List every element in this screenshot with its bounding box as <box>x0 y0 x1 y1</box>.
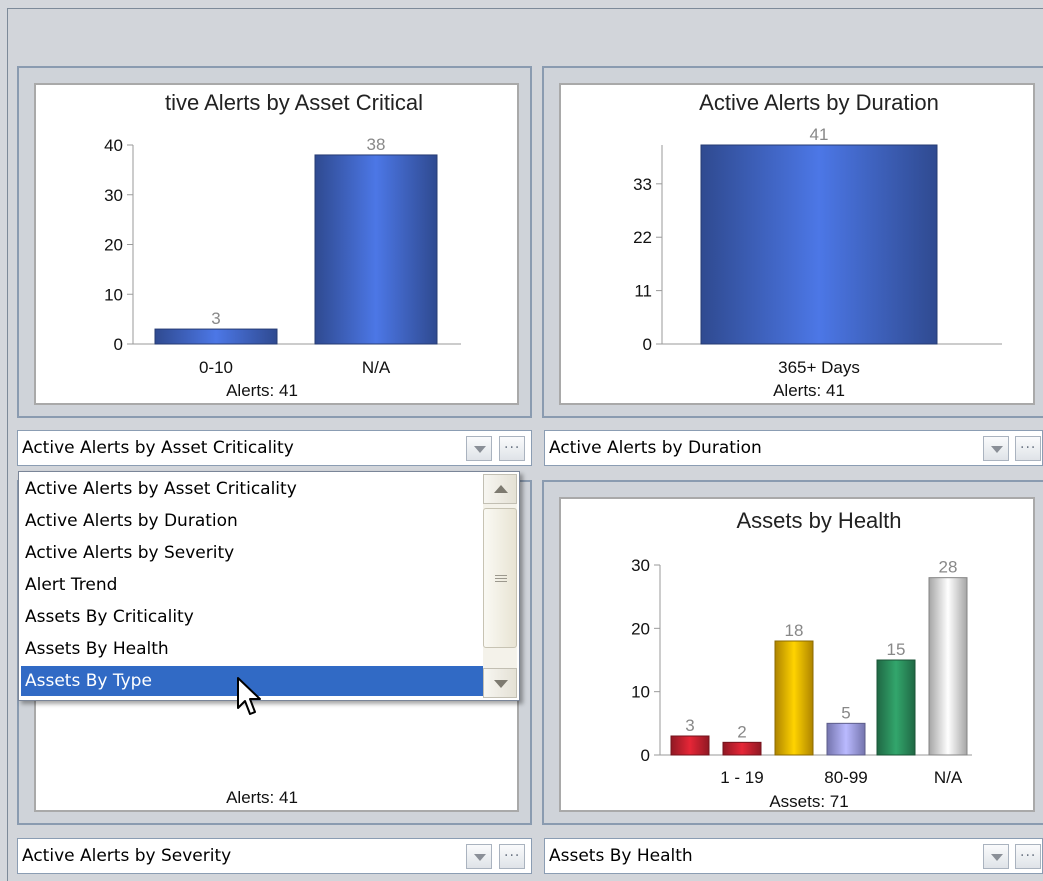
y-tick-label: 10 <box>104 285 123 304</box>
ellipsis-icon: ··· <box>1020 848 1037 864</box>
chart-footer: Alerts: 41 <box>773 381 845 400</box>
chart-title: Assets by Health <box>736 508 901 533</box>
more-options-button[interactable]: ··· <box>1015 436 1041 461</box>
dropdown-arrow-button[interactable] <box>466 436 492 461</box>
chart-selector-dropdown-list[interactable]: Active Alerts by Asset Criticality Activ… <box>18 471 520 701</box>
more-options-button[interactable]: ··· <box>499 436 525 461</box>
dropdown-arrow-button[interactable] <box>466 844 492 869</box>
x-tick-label: N/A <box>362 358 391 377</box>
chart-title: tive Alerts by Asset Critical <box>165 90 423 115</box>
more-options-button[interactable]: ··· <box>499 844 525 869</box>
grip-line <box>495 575 507 576</box>
x-tick-label: 1 - 19 <box>720 768 763 787</box>
dropdown-option[interactable]: Active Alerts by Duration <box>21 506 483 536</box>
x-tick-label: 365+ Days <box>778 358 860 377</box>
scroll-up-button[interactable] <box>483 474 517 504</box>
dropdown-option[interactable]: Alert Trend <box>21 570 483 600</box>
y-tick-label: 30 <box>631 556 650 575</box>
chart-selector-value: Active Alerts by Asset Criticality <box>22 438 294 458</box>
y-tick-label: 10 <box>631 683 650 702</box>
chart-selector-value: Active Alerts by Duration <box>549 438 762 458</box>
ellipsis-icon: ··· <box>1020 440 1037 456</box>
dropdown-option[interactable]: Assets By Criticality <box>21 602 483 632</box>
chevron-up-icon <box>494 485 508 493</box>
chart-card-asset-criticality[interactable]: tive Alerts by Asset Critical 0 10 20 30 40 3 0… <box>34 83 519 405</box>
y-tick-label: 11 <box>634 282 652 301</box>
bar <box>826 722 866 756</box>
bar <box>670 735 710 756</box>
bar-value-label: 41 <box>810 125 829 144</box>
mouse-pointer-icon <box>237 677 261 715</box>
bar-value-label: 18 <box>785 621 804 640</box>
chevron-down-icon <box>991 446 1003 453</box>
chart-selector-value: Assets By Health <box>549 846 693 866</box>
panel-bottom-right: Assets by Health 0 10 20 30 3 2 1 - 19 18 5 80-99 1… <box>542 480 1043 825</box>
chart-selector-top-right[interactable]: Active Alerts by Duration ··· <box>544 430 1043 466</box>
ellipsis-icon: ··· <box>504 848 521 864</box>
y-tick-label: 22 <box>633 228 652 247</box>
grip-line <box>495 578 507 579</box>
bar <box>876 659 916 756</box>
y-tick-label: 30 <box>104 186 123 205</box>
scroll-down-button[interactable] <box>483 668 517 698</box>
more-options-button[interactable]: ··· <box>1015 844 1041 869</box>
chevron-down-icon <box>474 446 486 453</box>
chevron-down-icon <box>474 854 486 861</box>
bar <box>774 640 814 756</box>
panel-top-left: tive Alerts by Asset Critical 0 10 20 30 40 3 0… <box>17 66 532 418</box>
scroll-thumb[interactable] <box>483 508 517 648</box>
x-tick-label: 80-99 <box>824 768 867 787</box>
chart-footer: Assets: 71 <box>769 792 848 811</box>
bar-value-label: 5 <box>841 703 850 722</box>
chart-duration: Active Alerts by Duration 0 11 22 33 41 365+ D… <box>633 90 1002 400</box>
dropdown-option[interactable]: Active Alerts by Asset Criticality <box>21 474 483 504</box>
chart-footer: Alerts: 41 <box>226 788 298 807</box>
y-tick-label: 20 <box>104 236 123 255</box>
bar <box>154 328 278 345</box>
grip-line <box>495 581 507 582</box>
dropdown-option[interactable]: Assets By Health <box>21 634 483 664</box>
y-tick-label: 40 <box>104 136 123 155</box>
y-tick-label: 33 <box>633 175 652 194</box>
bar-value-label: 3 <box>211 309 220 328</box>
chart-card-duration[interactable]: Active Alerts by Duration 0 11 22 33 41 365+ D… <box>559 83 1035 405</box>
ellipsis-icon: ··· <box>504 440 521 456</box>
bar-value-label: 28 <box>939 558 958 577</box>
bar-value-label: 38 <box>367 135 386 154</box>
dropdown-arrow-button[interactable] <box>983 844 1009 869</box>
bar-value-label: 3 <box>685 716 694 735</box>
dropdown-scrollbar[interactable] <box>483 474 517 698</box>
y-tick-label: 0 <box>114 335 123 354</box>
y-tick-label: 0 <box>643 335 652 354</box>
bar <box>700 144 938 345</box>
chart-selector-bottom-right[interactable]: Assets By Health ··· <box>544 838 1043 874</box>
bar <box>722 741 762 756</box>
chart-title: Active Alerts by Duration <box>699 90 939 115</box>
chart-asset-criticality: tive Alerts by Asset Critical 0 10 20 30 40 3 0… <box>104 90 461 400</box>
bar <box>314 154 438 345</box>
chart-selector-top-left[interactable]: Active Alerts by Asset Criticality ··· <box>17 430 532 466</box>
dropdown-option[interactable]: Active Alerts by Severity <box>21 538 483 568</box>
chevron-down-icon <box>494 680 508 688</box>
bar-value-label: 15 <box>887 640 906 659</box>
panel-top-right: Active Alerts by Duration 0 11 22 33 41 365+ D… <box>542 66 1043 418</box>
y-tick-label: 0 <box>641 746 650 765</box>
chart-selector-value: Active Alerts by Severity <box>22 846 232 866</box>
chart-selector-bottom-left[interactable]: Active Alerts by Severity ··· <box>17 838 532 874</box>
chart-health: Assets by Health 0 10 20 30 3 2 1 - 19 18 5 80-99 1… <box>631 508 972 811</box>
x-tick-label: N/A <box>934 768 963 787</box>
x-tick-label: 0-10 <box>199 358 233 377</box>
chart-card-health[interactable]: Assets by Health 0 10 20 30 3 2 1 - 19 18 5 80-99 1… <box>559 497 1035 812</box>
bar <box>928 577 968 756</box>
y-tick-label: 20 <box>631 619 650 638</box>
dropdown-arrow-button[interactable] <box>983 436 1009 461</box>
chevron-down-icon <box>991 854 1003 861</box>
bar-value-label: 2 <box>737 722 746 741</box>
chart-footer: Alerts: 41 <box>226 381 298 400</box>
